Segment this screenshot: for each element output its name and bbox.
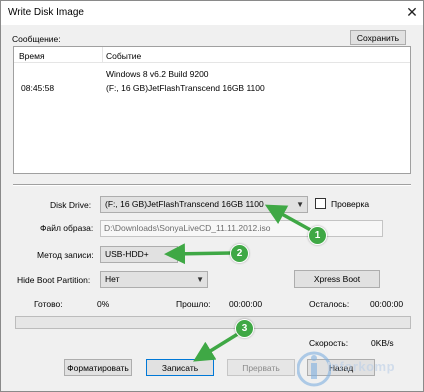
arrow-to-write-method xyxy=(164,243,233,265)
write-disk-image-window: Write Disk Image ✕ Сообщение: Сохранить … xyxy=(0,0,424,392)
annotation-badge-2: 2 xyxy=(230,244,249,263)
annotation-arrows xyxy=(164,204,317,362)
annotation-badge-3: 3 xyxy=(235,319,254,338)
annotation-badge-1: 1 xyxy=(308,226,327,245)
arrow-to-write-button xyxy=(193,330,242,362)
